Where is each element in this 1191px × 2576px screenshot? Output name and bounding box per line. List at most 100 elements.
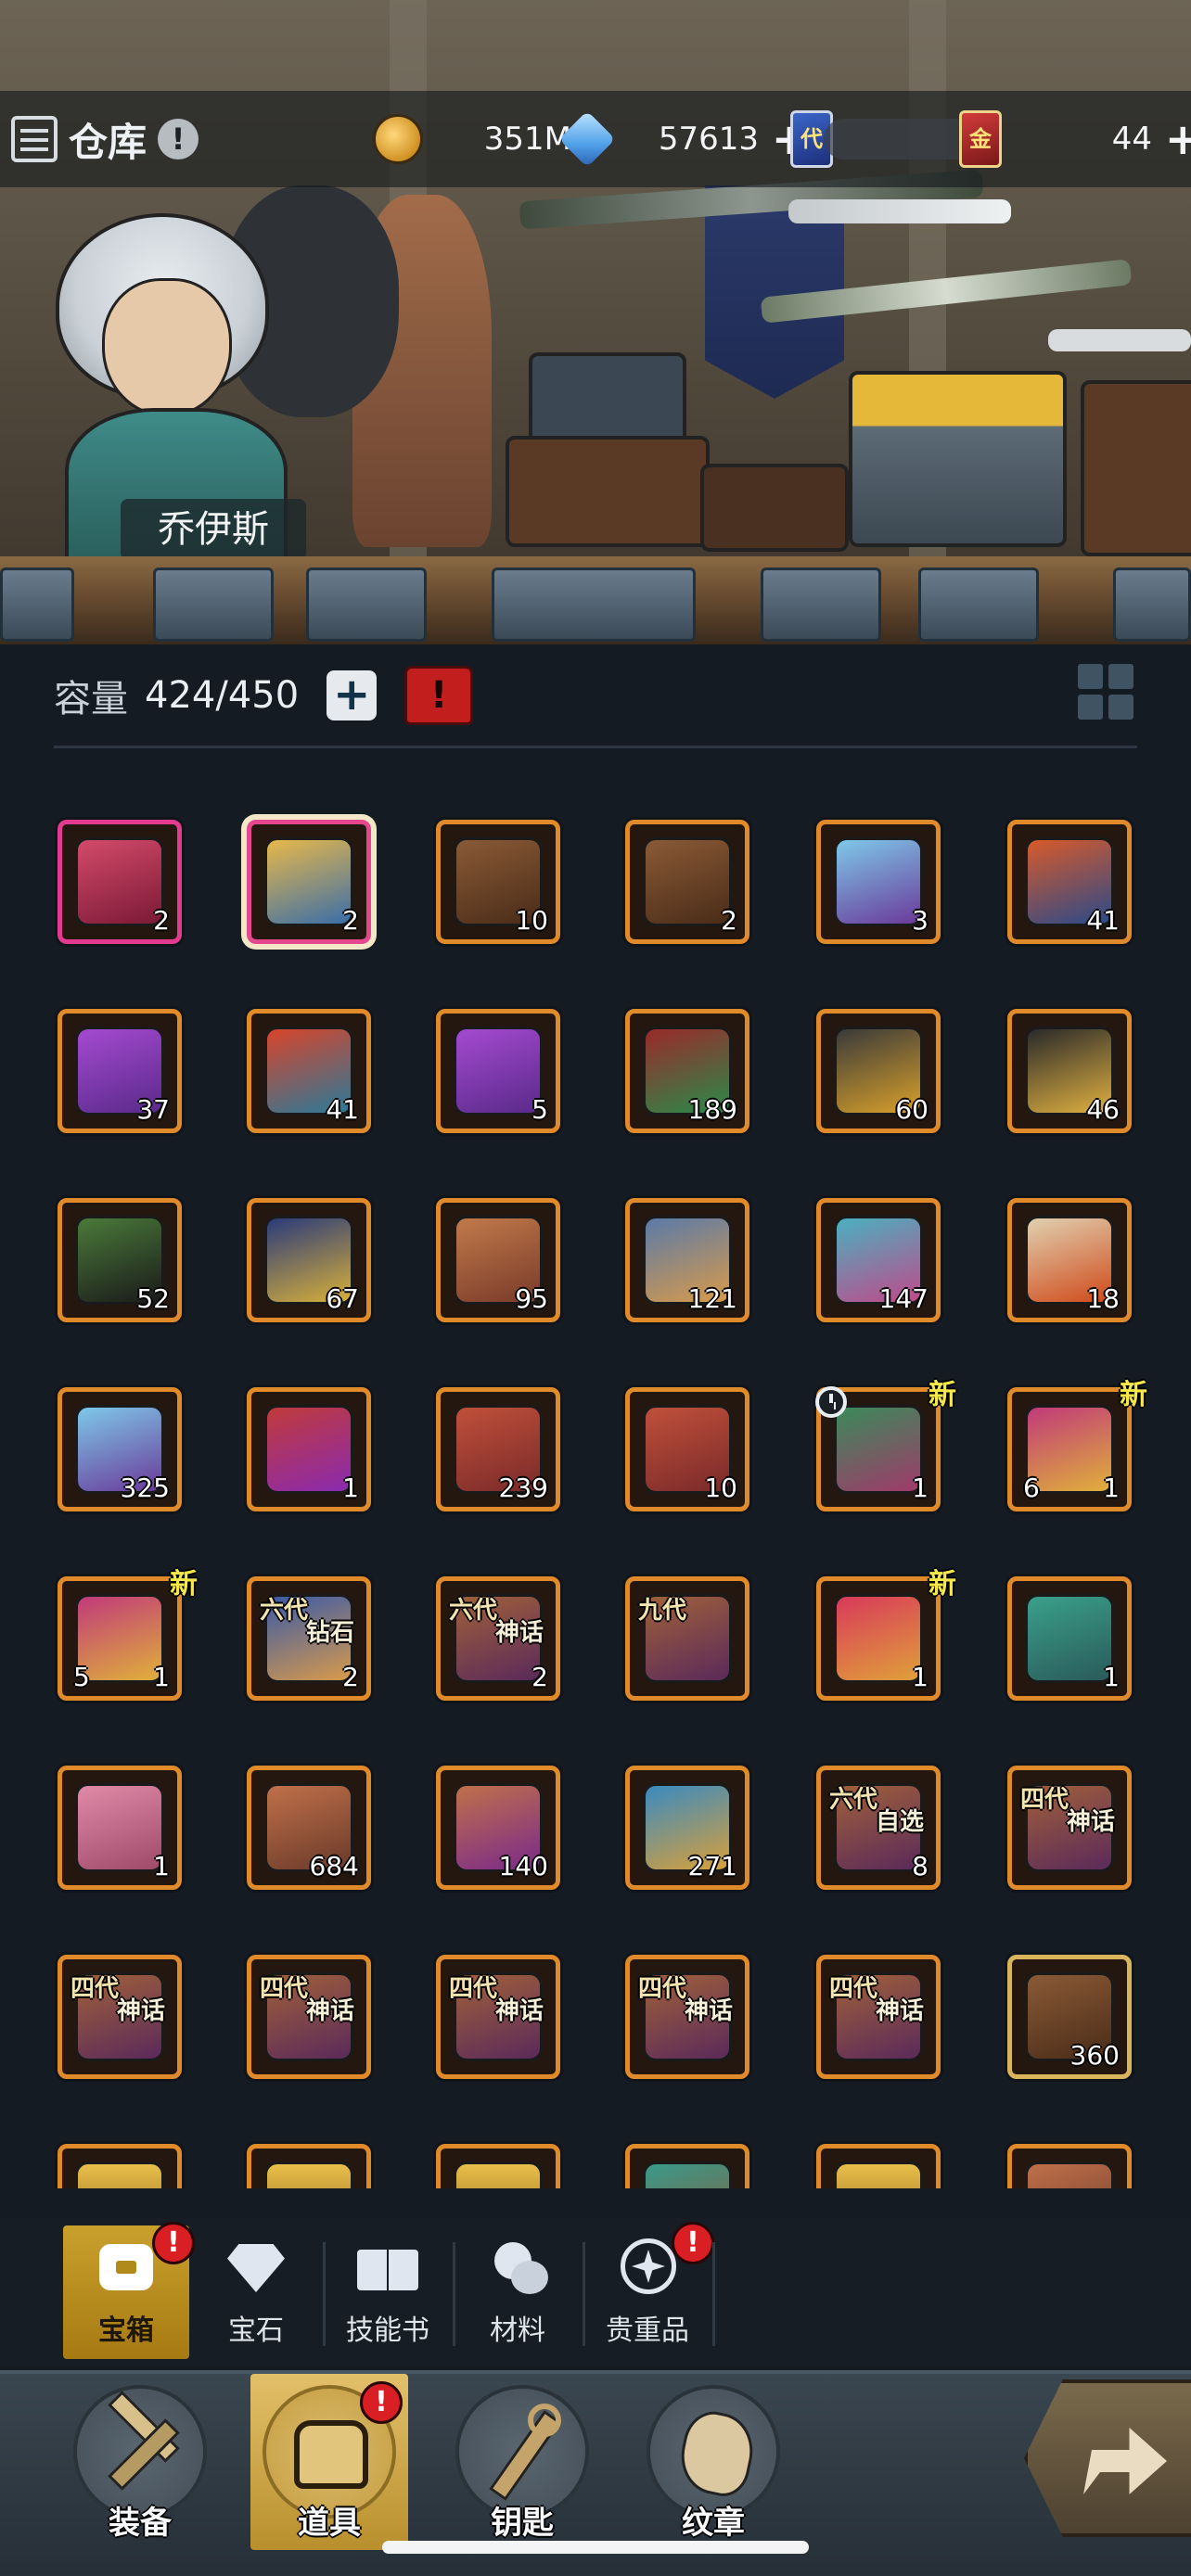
grid-view-toggle-icon[interactable] (1074, 660, 1137, 723)
info-button[interactable]: ! (158, 119, 199, 159)
item-type-label: 神话 (1066, 1808, 1115, 1836)
add-red-card-button[interactable]: + (1165, 118, 1191, 160)
inventory-item[interactable]: 5 1 新 (58, 1568, 198, 1701)
nav-items-alert-badge: ! (360, 2381, 403, 2424)
item-count: 360 (1069, 2040, 1120, 2071)
inventory-item[interactable]: 46 (1007, 1009, 1132, 1133)
inventory-item[interactable]: 六代 钻石 2 (247, 1576, 371, 1701)
inventory-item[interactable]: 37 (58, 1009, 182, 1133)
nav-items[interactable]: 道具 ! (250, 2374, 408, 2550)
inventory-item[interactable]: 60 (816, 1009, 941, 1133)
nav-keys[interactable]: 钥匙 (443, 2374, 601, 2550)
nav-equipment[interactable]: 装备 (61, 2374, 219, 2550)
item-count: 18 (1086, 1283, 1120, 1314)
inventory-item[interactable]: 1 (58, 1766, 182, 1890)
item-star-level: 5 (73, 1662, 90, 1692)
tab-chest[interactable]: 宝箱 ! (63, 2222, 195, 2359)
inventory-item[interactable]: 6 1 新 (1007, 1379, 1147, 1511)
item-count: 10 (704, 1473, 737, 1503)
gear-chest-icon (264, 1405, 353, 1494)
inventory-item[interactable]: 六代 自选 8 (816, 1766, 941, 1890)
inventory-item[interactable]: 2 (625, 820, 749, 944)
scene-chest (700, 464, 849, 552)
tab-chest-label: 宝箱 (98, 2315, 154, 2347)
inventory-item[interactable]: 325 (58, 1387, 182, 1511)
inventory-item[interactable]: 18 (1007, 1198, 1132, 1322)
item-tier-label: 四代 (70, 1975, 119, 2003)
item-count: 1 (912, 1662, 928, 1692)
hero-name-label: 乔伊斯 (121, 499, 306, 560)
inventory-item[interactable]: 52 (58, 1198, 182, 1322)
inventory-item[interactable]: 41 (1007, 820, 1132, 944)
inventory-item[interactable]: 360 (1007, 1955, 1132, 2079)
inventory-item[interactable]: 六代 神话 2 (436, 1576, 560, 1701)
expand-capacity-button[interactable]: + (327, 670, 378, 721)
inventory-item[interactable]: 41 (247, 1009, 371, 1133)
inventory-item[interactable] (436, 2144, 560, 2188)
inventory-item[interactable]: 189 (625, 1009, 749, 1133)
inventory-item[interactable]: 140 (436, 1766, 560, 1890)
item-tier-label: 四代 (448, 1975, 497, 2003)
inventory-item[interactable] (247, 2144, 371, 2188)
inventory-item[interactable]: 10 (436, 820, 560, 944)
gold-chest-icon (264, 837, 353, 926)
inventory-item[interactable]: 1新 (815, 1379, 956, 1511)
inventory-item[interactable]: 271 (625, 1766, 749, 1890)
clock-icon (815, 1386, 847, 1418)
bronze-jar-icon (1025, 2162, 1114, 2188)
new-badge: 新 (1120, 1379, 1147, 1411)
inventory-item[interactable]: 四代 神话 (436, 1955, 560, 2079)
item-star-level: 6 (1023, 1473, 1040, 1503)
capacity-warning-icon[interactable]: ! (404, 666, 474, 725)
inventory-item[interactable]: 四代 神话 (1007, 1766, 1132, 1890)
inventory-item[interactable]: 5 (436, 1009, 560, 1133)
inventory-item[interactable]: 67 (247, 1198, 371, 1322)
item-count: 2 (531, 1662, 548, 1692)
teal-bag-icon (643, 2162, 732, 2188)
gem-tab-icon (224, 2238, 288, 2296)
item-count: 8 (912, 1851, 928, 1881)
tab-valuables[interactable]: 贵重品 ! (584, 2222, 714, 2359)
tab-valuables-label: 贵重品 (606, 2315, 689, 2347)
inventory-item[interactable]: 95 (436, 1198, 560, 1322)
inventory-item[interactable]: 147 (816, 1198, 941, 1322)
tab-skill-book[interactable]: 技能书 (325, 2225, 451, 2359)
inventory-item[interactable]: 四代 神话 (816, 1955, 941, 2079)
purple-winged-chest-icon (454, 1027, 543, 1116)
inventory-item[interactable] (58, 2144, 182, 2188)
inventory-item[interactable]: 10 (625, 1387, 749, 1511)
inventory-item[interactable]: 1新 (816, 1568, 956, 1701)
inventory-item[interactable]: 四代 神话 (247, 1955, 371, 2079)
inventory-item[interactable] (625, 2144, 749, 2188)
inventory-item[interactable]: 四代 神话 (625, 1955, 749, 2079)
inventory-item[interactable]: 121 (625, 1198, 749, 1322)
inventory-item[interactable]: 239 (436, 1387, 560, 1511)
nav-emblem[interactable]: 纹章 (634, 2374, 792, 2550)
home-indicator[interactable] (382, 2541, 809, 2554)
inventory-item[interactable]: 1 (247, 1387, 371, 1511)
inventory-item[interactable] (1007, 2144, 1132, 2188)
inventory-item[interactable]: 684 (247, 1766, 371, 1890)
tab-gem[interactable]: 宝石 (193, 2225, 319, 2359)
item-grid: 2 2 10 2 3 41 37 41 5 189 60 46 52 67 95 121 147 18 325 1 23… (0, 779, 1191, 2188)
inventory-item[interactable]: 3 (816, 820, 941, 944)
tab-material-label: 材料 (490, 2315, 545, 2347)
inventory-item[interactable]: 1 (1007, 1576, 1132, 1701)
tab-chest-alert-badge: ! (152, 2222, 195, 2264)
item-count: 46 (1086, 1094, 1120, 1125)
inventory-item[interactable]: 四代 神话 (58, 1955, 182, 2079)
item-count: 2 (342, 905, 359, 936)
tab-material[interactable]: 材料 (455, 2225, 581, 2359)
inventory-item[interactable]: 2 (247, 820, 371, 944)
item-count: 1 (153, 1662, 170, 1692)
item-count: 37 (136, 1094, 170, 1125)
item-tier-label: 六代 (828, 1786, 877, 1814)
item-count: 95 (515, 1283, 548, 1314)
inventory-item[interactable] (816, 2144, 941, 2188)
forward-arrow-icon (1083, 2428, 1167, 2494)
crown-chest-icon (834, 1594, 923, 1683)
inventory-item[interactable]: 九代 (625, 1576, 749, 1701)
wall-sword (788, 199, 1011, 223)
nav-emblem-label: 纹章 (682, 2505, 745, 2542)
inventory-item[interactable]: 2 (58, 820, 182, 944)
